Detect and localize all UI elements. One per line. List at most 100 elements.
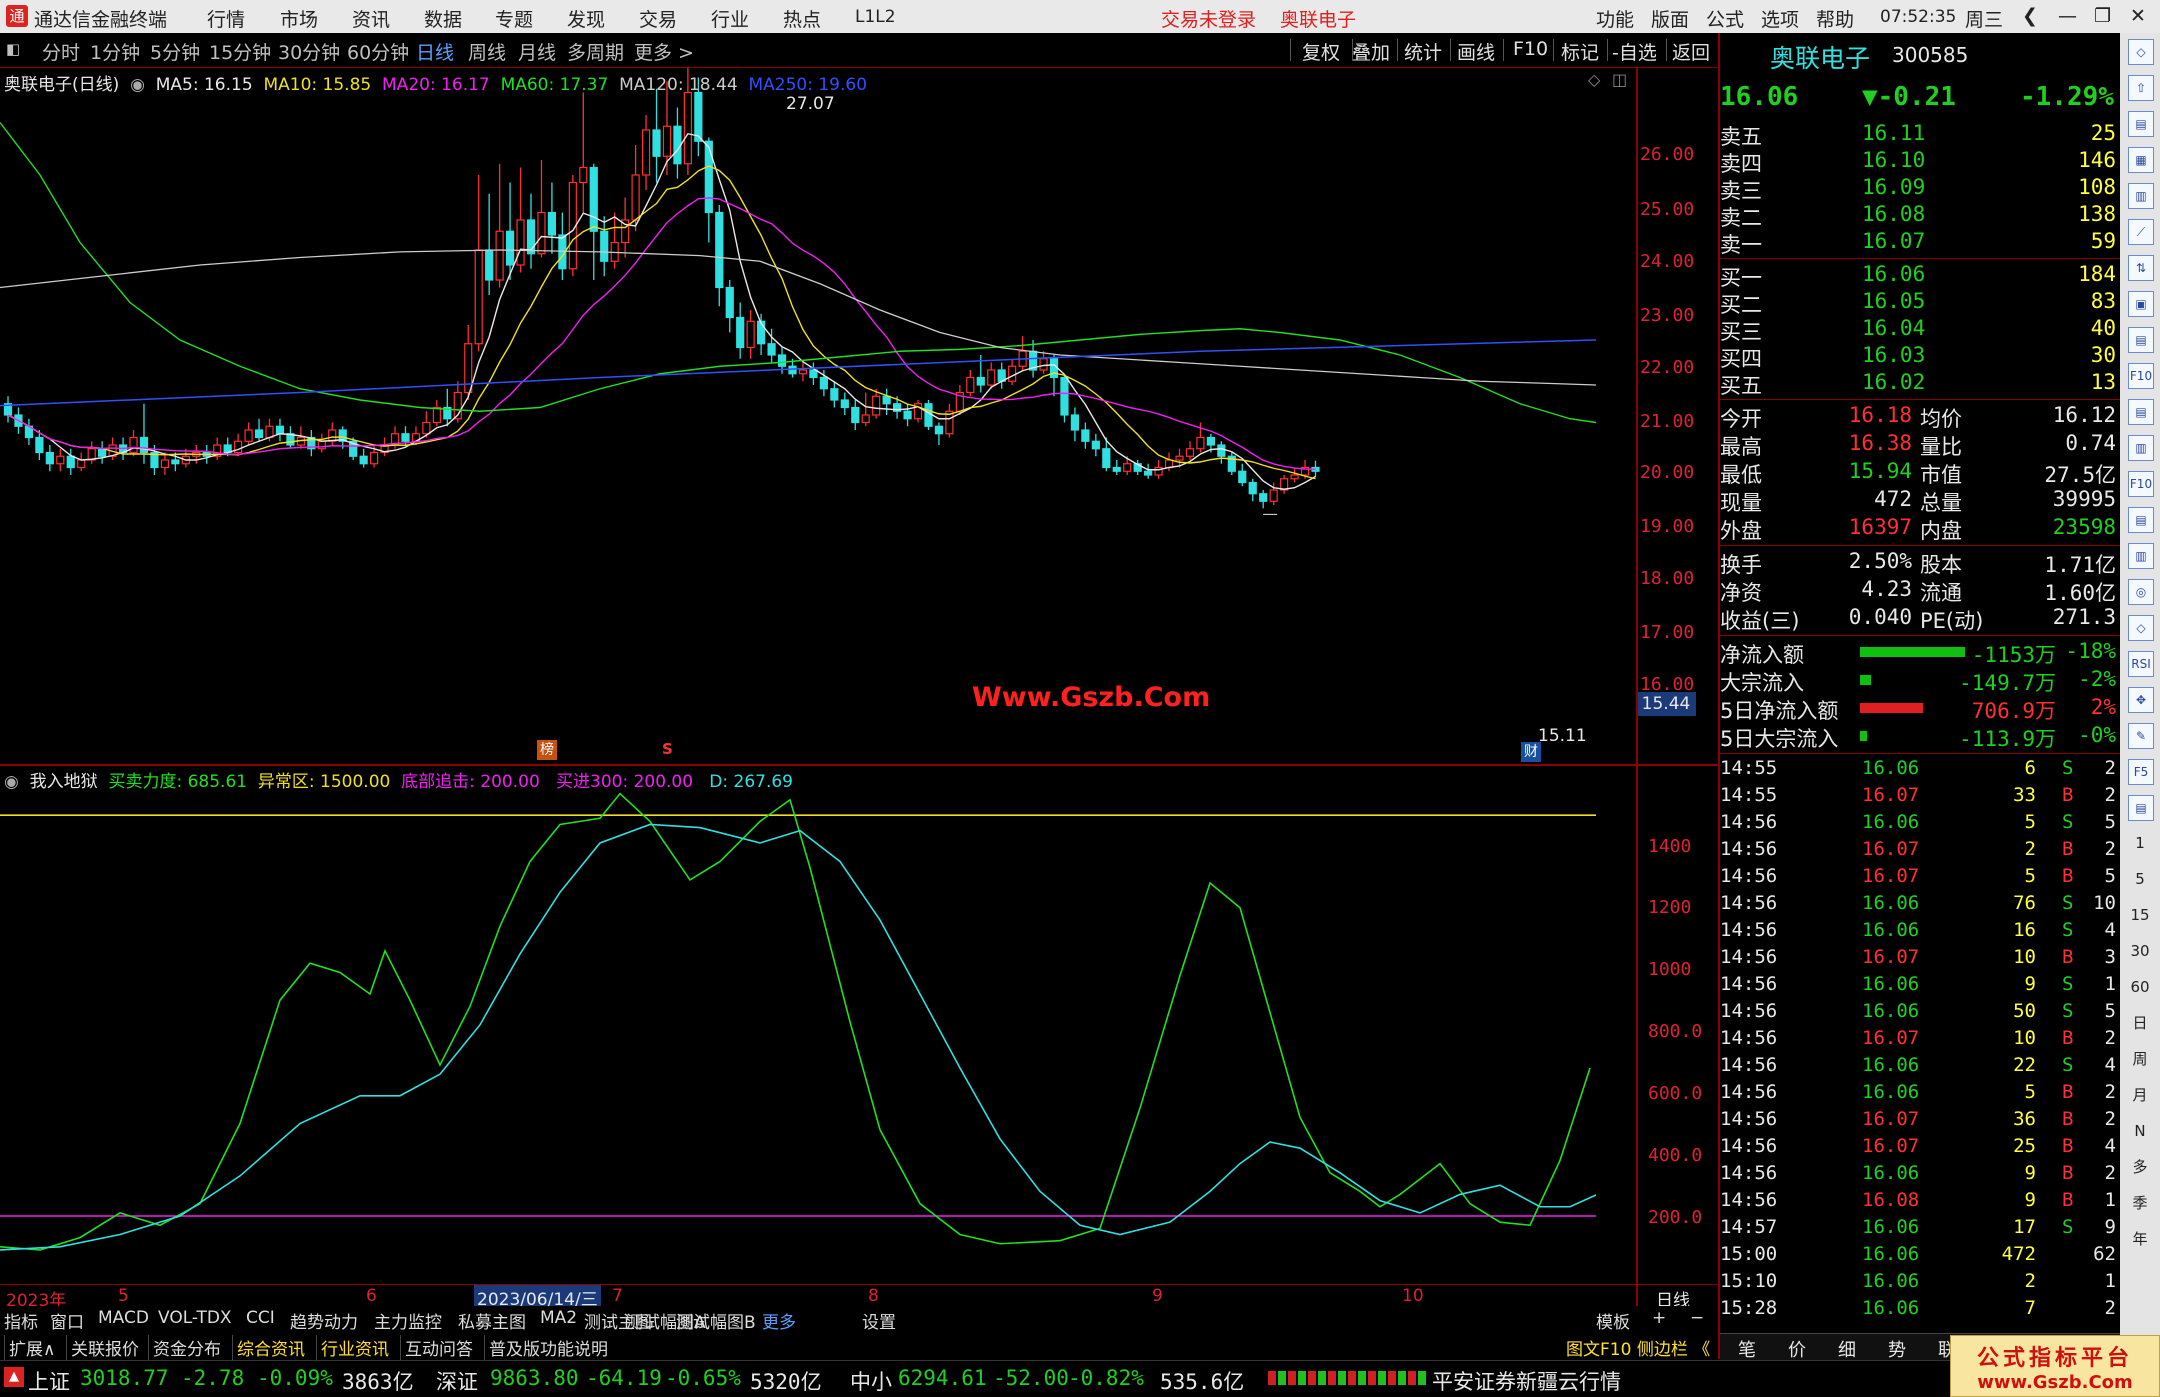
- period-multi[interactable]: 多周期: [567, 38, 624, 65]
- side-icon[interactable]: ⇧: [2128, 75, 2154, 101]
- side-icon[interactable]: ▤: [2128, 111, 2154, 137]
- side-icon[interactable]: ▣: [2128, 291, 2154, 317]
- side-icon[interactable]: ▤: [2128, 399, 2154, 425]
- window-toggle-icon[interactable]: ◫: [1612, 70, 1627, 89]
- sz-label[interactable]: 深证: [436, 1366, 478, 1396]
- ask-row[interactable]: 卖五 16.11 25: [1720, 121, 2120, 149]
- draw-line-button[interactable]: 画线: [1457, 38, 1495, 65]
- quote-tab[interactable]: 势: [1888, 1336, 1906, 1362]
- remove-indicator-button[interactable]: −: [1690, 1308, 1704, 1328]
- menu-item-trade[interactable]: 交易: [639, 5, 677, 32]
- quote-tab[interactable]: 笔: [1738, 1336, 1756, 1362]
- extension-tab[interactable]: 普及版功能说明: [484, 1335, 608, 1360]
- side-icon[interactable]: 日: [2128, 1011, 2152, 1035]
- side-icon[interactable]: 5: [2128, 867, 2152, 891]
- diamond-icon[interactable]: ◇: [1588, 70, 1600, 89]
- ask-row[interactable]: 卖四 16.10 146: [1720, 148, 2120, 176]
- minimize-icon[interactable]: —: [2058, 5, 2077, 27]
- f10-button[interactable]: F10: [1513, 38, 1548, 60]
- add-indicator-button[interactable]: +: [1652, 1308, 1666, 1328]
- side-icon[interactable]: ◎: [2128, 579, 2154, 605]
- menu-item-hot[interactable]: 热点: [783, 5, 821, 32]
- close-icon[interactable]: ✕: [2130, 5, 2146, 27]
- back-icon[interactable]: ❮: [2022, 5, 2038, 27]
- extension-tab[interactable]: 扩展∧: [4, 1335, 55, 1360]
- extension-tab[interactable]: 资金分布: [148, 1335, 221, 1360]
- indicator-tab[interactable]: 窗口: [50, 1308, 84, 1333]
- extension-tab[interactable]: 互动问答: [400, 1335, 473, 1360]
- side-icon[interactable]: 季: [2128, 1191, 2152, 1215]
- side-icon[interactable]: 30: [2128, 939, 2152, 963]
- zx-label[interactable]: 中小: [850, 1366, 892, 1396]
- side-icon[interactable]: ⟋: [2128, 219, 2154, 245]
- side-icon[interactable]: F5: [2128, 759, 2154, 785]
- overlay-button[interactable]: 叠加: [1352, 38, 1390, 65]
- side-icon[interactable]: ▥: [2128, 183, 2154, 209]
- side-icon[interactable]: 年: [2128, 1227, 2152, 1251]
- side-icon[interactable]: 周: [2128, 1047, 2152, 1071]
- menu-item-market[interactable]: 市场: [280, 5, 318, 32]
- period-30min[interactable]: 30分钟: [278, 38, 340, 65]
- side-icon[interactable]: ▥: [2128, 435, 2154, 461]
- indicator-tab[interactable]: MACD: [98, 1308, 149, 1328]
- bid-row[interactable]: 买五 16.02 13: [1720, 370, 2120, 398]
- sh-label[interactable]: 上证: [28, 1366, 70, 1396]
- indicator-tab[interactable]: 指标: [4, 1308, 38, 1333]
- menu-item-news[interactable]: 资讯: [352, 5, 390, 32]
- indicator-tab[interactable]: 趋势动力: [290, 1308, 358, 1333]
- period-tick[interactable]: 分时: [42, 38, 80, 65]
- indicator-tab[interactable]: 主力监控: [374, 1308, 442, 1333]
- indicator-toggle-icon[interactable]: ◉: [4, 772, 24, 792]
- side-icon[interactable]: ⇅: [2128, 255, 2154, 281]
- server-name[interactable]: 平安证券新疆云行情: [1432, 1366, 1621, 1396]
- side-icon[interactable]: ▤: [2128, 327, 2154, 353]
- bid-row[interactable]: 买四 16.03 30: [1720, 343, 2120, 371]
- side-icon[interactable]: 多: [2128, 1155, 2152, 1179]
- side-icon[interactable]: ✥: [2128, 687, 2154, 713]
- menu-item-topics[interactable]: 专题: [495, 5, 533, 32]
- restore-icon[interactable]: ❐: [2094, 5, 2111, 27]
- bid-row[interactable]: 买二 16.05 83: [1720, 289, 2120, 317]
- period-weekly[interactable]: 周线: [468, 38, 506, 65]
- mark-button[interactable]: 标记: [1561, 38, 1599, 65]
- indicator-tab[interactable]: MA2: [540, 1308, 577, 1328]
- side-icon[interactable]: F10: [2128, 363, 2154, 389]
- expand-icon[interactable]: ◧: [6, 40, 20, 58]
- side-icon[interactable]: ✎: [2128, 723, 2154, 749]
- menu-item-data[interactable]: 数据: [424, 5, 462, 32]
- extension-tab[interactable]: 关联报价: [66, 1335, 139, 1360]
- period-more[interactable]: 更多 >: [634, 38, 694, 65]
- add-watchlist-button[interactable]: -自选: [1612, 38, 1657, 65]
- menu-item-discover[interactable]: 发现: [567, 5, 605, 32]
- side-icon[interactable]: ◇: [2128, 615, 2154, 641]
- extension-tab[interactable]: 综合资讯: [232, 1335, 305, 1360]
- menu-item-layout[interactable]: 版面: [1651, 5, 1689, 32]
- template-button[interactable]: 模板: [1596, 1308, 1630, 1333]
- side-icon[interactable]: 15: [2128, 903, 2152, 927]
- period-15min[interactable]: 15分钟: [209, 38, 271, 65]
- menu-item-help[interactable]: 帮助: [1816, 5, 1854, 32]
- side-icon[interactable]: 月: [2128, 1083, 2152, 1107]
- statistics-button[interactable]: 统计: [1404, 38, 1442, 65]
- period-5min[interactable]: 5分钟: [150, 38, 200, 65]
- kline-chart[interactable]: [0, 68, 1636, 764]
- indicator-chart[interactable]: [0, 766, 1636, 1286]
- period-1min[interactable]: 1分钟: [90, 38, 140, 65]
- indicator-tab[interactable]: VOL-TDX: [158, 1308, 232, 1328]
- legend-toggle-icon[interactable]: ◉: [125, 75, 151, 95]
- bid-row[interactable]: 买三 16.04 40: [1720, 316, 2120, 344]
- side-icon[interactable]: ▦: [2128, 147, 2154, 173]
- bid-row[interactable]: 买一 16.06 184: [1720, 262, 2120, 290]
- list-marker[interactable]: 榜: [537, 740, 557, 760]
- menu-item-formula[interactable]: 公式: [1706, 5, 1744, 32]
- ask-row[interactable]: 卖三 16.09 108: [1720, 175, 2120, 203]
- side-icon[interactable]: ▥: [2128, 543, 2154, 569]
- sidebar-toggle[interactable]: 图文F10 侧边栏 《: [1566, 1335, 1710, 1360]
- period-monthly[interactable]: 月线: [518, 38, 556, 65]
- menu-item-function[interactable]: 功能: [1596, 5, 1634, 32]
- ask-row[interactable]: 卖二 16.08 138: [1720, 202, 2120, 230]
- finance-marker[interactable]: 财: [1521, 742, 1541, 762]
- side-icon[interactable]: ▤: [2128, 507, 2154, 533]
- side-icon[interactable]: 1: [2128, 831, 2152, 855]
- side-icon[interactable]: F10: [2128, 471, 2154, 497]
